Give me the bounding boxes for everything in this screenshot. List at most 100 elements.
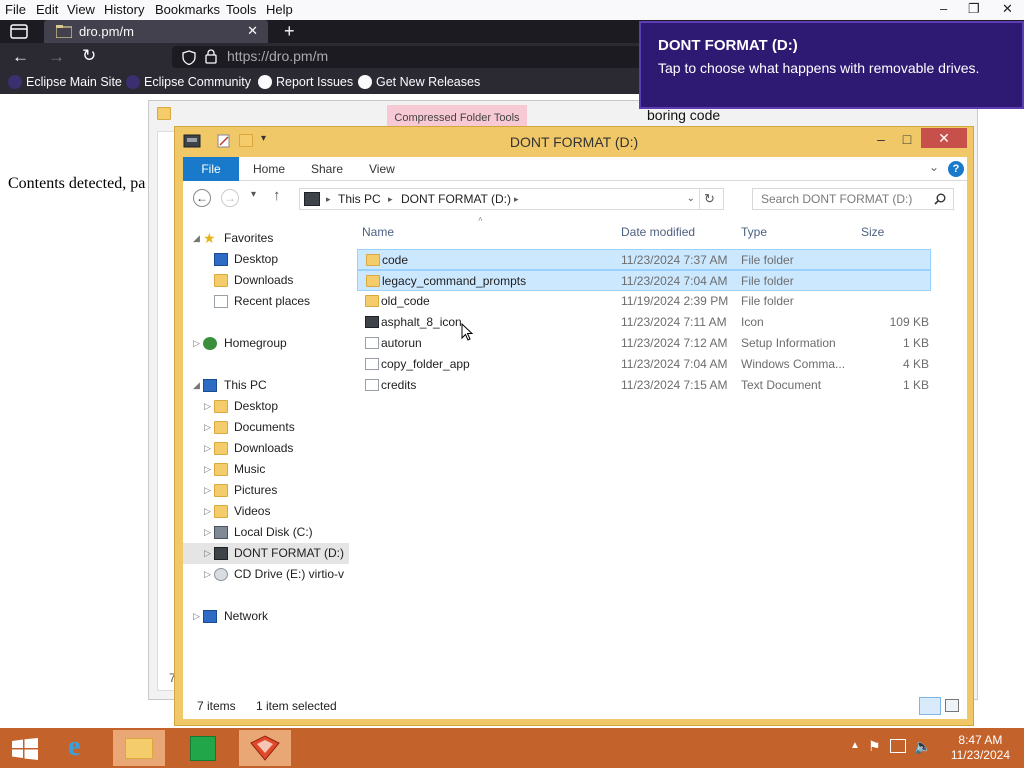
close-button[interactable]: ✕	[921, 128, 967, 148]
address-bar[interactable]: ▸ This PC ▸ DONT FORMAT (D:) ▸ ⌄ ↻	[299, 188, 724, 210]
menu-history[interactable]: History	[104, 2, 144, 17]
nav-favorites-desktop[interactable]: Desktop	[183, 249, 349, 270]
nav-recent-places[interactable]: Recent places	[183, 291, 349, 312]
close-icon[interactable]: ✕	[1002, 1, 1013, 17]
nav-favorites-downloads[interactable]: Downloads	[183, 270, 349, 291]
bookmark-eclipse-main[interactable]: Eclipse Main Site	[8, 75, 122, 89]
bookmark-eclipse-community[interactable]: Eclipse Community	[126, 75, 251, 89]
clock[interactable]: 8:47 AM 11/23/2024	[951, 733, 1010, 763]
menu-file[interactable]: File	[5, 2, 26, 17]
tab-file[interactable]: File	[183, 157, 239, 181]
back-icon[interactable]: ←	[12, 47, 29, 67]
nav-network[interactable]: ▷ Network	[183, 606, 349, 627]
collapse-icon[interactable]: ◢	[193, 375, 200, 396]
refresh-icon[interactable]: ↻	[699, 189, 719, 209]
search-icon[interactable]	[934, 193, 946, 205]
details-view-icon[interactable]	[919, 697, 941, 715]
breadcrumb-dont-format[interactable]: DONT FORMAT (D:)	[401, 189, 511, 209]
expand-icon[interactable]: ▷	[204, 396, 211, 417]
minimize-icon[interactable]: –	[940, 1, 947, 16]
back-icon[interactable]: ←	[193, 189, 211, 207]
network-status-icon[interactable]	[890, 739, 906, 753]
column-type[interactable]: Type	[741, 225, 767, 239]
expand-icon[interactable]: ▷	[193, 606, 200, 627]
menu-bookmarks[interactable]: Bookmarks	[155, 2, 220, 17]
expand-icon[interactable]: ▷	[204, 543, 211, 564]
minimize-icon[interactable]: –	[869, 129, 893, 149]
file-row-old-code[interactable]: old_code 11/19/2024 2:39 PM File folder	[357, 291, 931, 312]
autoplay-toast[interactable]: DONT FORMAT (D:) Tap to choose what happ…	[639, 21, 1024, 109]
file-row-credits[interactable]: credits 11/23/2024 7:15 AM Text Document…	[357, 375, 931, 396]
url-bar[interactable]: https://dro.pm/m	[172, 46, 642, 68]
nav-cd-drive-e[interactable]: ▷ CD Drive (E:) virtio-v	[183, 564, 349, 585]
nav-this-pc[interactable]: ◢ This PC	[183, 375, 349, 396]
file-row-asphalt-8-icon[interactable]: asphalt_8_icon 11/23/2024 7:11 AM Icon 1…	[357, 312, 931, 333]
large-icons-view-icon[interactable]	[945, 699, 959, 712]
nav-pictures[interactable]: ▷ Pictures	[183, 480, 349, 501]
tab-share[interactable]: Share	[311, 157, 343, 181]
address-dropdown-icon[interactable]: ⌄	[687, 189, 695, 209]
nav-desktop[interactable]: ▷ Desktop	[183, 396, 349, 417]
nav-music[interactable]: ▷ Music	[183, 459, 349, 480]
tab-view[interactable]: View	[369, 157, 395, 181]
file-name: autorun	[381, 336, 422, 350]
new-tab-icon[interactable]: +	[284, 21, 295, 42]
taskbar-store[interactable]	[178, 730, 230, 766]
nav-videos[interactable]: ▷ Videos	[183, 501, 349, 522]
forward-icon[interactable]: →	[221, 189, 239, 207]
taskbar-internet-explorer[interactable]: e	[60, 730, 112, 766]
flag-icon[interactable]: ⚑	[868, 738, 881, 755]
collapse-icon[interactable]: ◢	[193, 228, 200, 249]
nav-downloads[interactable]: ▷ Downloads	[183, 438, 349, 459]
expand-icon[interactable]: ▷	[204, 522, 211, 543]
lock-icon[interactable]	[205, 49, 217, 64]
speaker-muted-icon[interactable]: 🔈	[914, 738, 931, 755]
maximize-icon[interactable]: □	[895, 129, 919, 149]
bookmark-get-new-releases[interactable]: Get New Releases	[358, 75, 480, 89]
menu-edit[interactable]: Edit	[36, 2, 58, 17]
breadcrumb-this-pc[interactable]: This PC	[338, 189, 381, 209]
file-type: Text Document	[741, 378, 822, 392]
column-name[interactable]: Name	[362, 225, 394, 239]
nav-documents[interactable]: ▷ Documents	[183, 417, 349, 438]
forward-icon[interactable]: →	[48, 47, 65, 67]
help-icon[interactable]: ?	[948, 161, 964, 177]
nav-homegroup[interactable]: ▷ Homegroup	[183, 333, 349, 354]
column-size[interactable]: Size	[861, 225, 884, 239]
nav-favorites[interactable]: ◢ ★ Favorites	[183, 228, 349, 249]
file-row-copy-folder-app[interactable]: copy_folder_app 11/23/2024 7:04 AM Windo…	[357, 354, 931, 375]
expand-icon[interactable]: ▷	[193, 333, 200, 354]
nav-local-disk-c[interactable]: ▷ Local Disk (C:)	[183, 522, 349, 543]
windows-start-icon[interactable]	[12, 738, 38, 760]
taskbar-file-explorer[interactable]	[113, 730, 165, 766]
page-body-text: Contents detected, pa	[8, 175, 146, 192]
file-row-code[interactable]: code 11/23/2024 7:37 AM File folder	[357, 249, 931, 270]
show-hidden-icons-icon[interactable]: ▲	[850, 740, 860, 751]
ribbon-expand-icon[interactable]: ⌄	[929, 160, 939, 174]
file-row-autorun[interactable]: autorun 11/23/2024 7:12 AM Setup Informa…	[357, 333, 931, 354]
tab-overview-icon[interactable]	[10, 24, 28, 39]
bookmark-report-issues[interactable]: Report Issues	[258, 75, 353, 89]
reload-icon[interactable]: ↻	[82, 46, 96, 66]
tab-home[interactable]: Home	[253, 157, 285, 181]
file-row-legacy-command-prompts[interactable]: legacy_command_prompts 11/23/2024 7:04 A…	[357, 270, 931, 291]
expand-icon[interactable]: ▷	[204, 501, 211, 522]
expand-icon[interactable]: ▷	[204, 564, 211, 585]
search-input[interactable]: Search DONT FORMAT (D:)	[752, 188, 954, 210]
menu-view[interactable]: View	[67, 2, 95, 17]
column-date-modified[interactable]: Date modified	[621, 225, 695, 239]
expand-icon[interactable]: ▷	[204, 459, 211, 480]
taskbar-app[interactable]	[239, 730, 291, 766]
menu-tools[interactable]: Tools	[226, 2, 256, 17]
nav-dont-format-d[interactable]: ▷ DONT FORMAT (D:)	[183, 543, 349, 564]
expand-icon[interactable]: ▷	[204, 438, 211, 459]
tab-dro-pm[interactable]: dro.pm/m ✕	[44, 20, 268, 43]
shield-icon[interactable]	[182, 50, 196, 65]
tab-close-icon[interactable]: ✕	[247, 23, 258, 39]
recent-locations-icon[interactable]: ▾	[251, 189, 256, 200]
expand-icon[interactable]: ▷	[204, 417, 211, 438]
restore-icon[interactable]: ❐	[968, 1, 980, 17]
expand-icon[interactable]: ▷	[204, 480, 211, 501]
menu-help[interactable]: Help	[266, 2, 293, 17]
up-icon[interactable]: ↑	[273, 187, 281, 204]
